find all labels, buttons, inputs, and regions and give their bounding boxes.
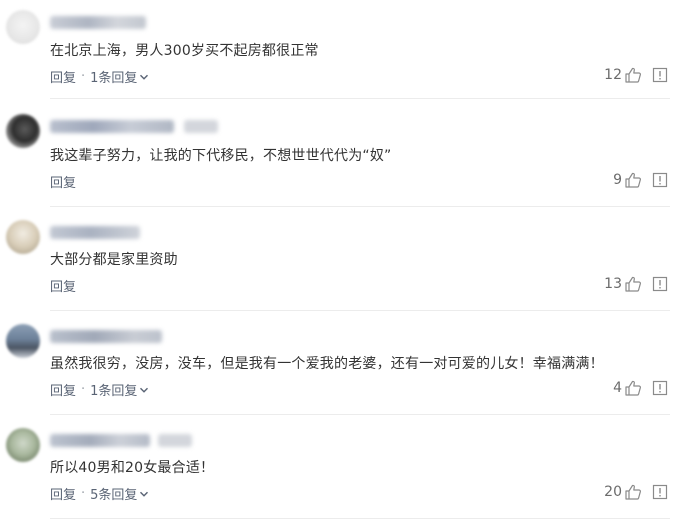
like-button[interactable] <box>624 379 642 397</box>
replies-count: 5条回复 <box>90 488 138 503</box>
user-meta-blurred <box>158 434 192 447</box>
report-icon <box>652 67 668 83</box>
comment-text: 大部分都是家里资助 <box>50 252 178 268</box>
comment-text: 我这辈子努力，让我的下代移民，不想世世代代为“奴” <box>50 148 392 164</box>
avatar[interactable] <box>6 324 40 358</box>
report-icon <box>652 484 668 500</box>
username-blurred[interactable] <box>50 120 174 133</box>
divider <box>50 310 670 311</box>
comment-feed: 在北京上海，男人300岁买不起房都很正常 回复 · 1条回复 12 我这辈子努力… <box>0 0 684 525</box>
like-button[interactable] <box>624 483 642 501</box>
thumbs-up-icon <box>625 172 641 188</box>
like-button[interactable] <box>624 275 642 293</box>
like-count: 12 <box>604 67 622 83</box>
thumbs-up-icon <box>625 484 641 500</box>
comment-tools: 13 <box>604 275 668 293</box>
thumbs-up-icon <box>625 276 641 292</box>
comment-item: 所以40男和20女最合适！ 回复 · 5条回复 20 <box>0 416 684 525</box>
user-meta-blurred <box>184 120 218 133</box>
like-count: 13 <box>604 276 622 292</box>
report-button[interactable] <box>652 67 668 83</box>
like-count: 9 <box>613 172 622 188</box>
username-blurred[interactable] <box>50 16 146 29</box>
comment-actions: 回复 · 1条回复 <box>50 67 149 86</box>
comment-item: 大部分都是家里资助 回复 13 <box>0 208 684 310</box>
report-icon <box>652 172 668 188</box>
replies-count: 1条回复 <box>90 71 138 86</box>
report-button[interactable] <box>652 484 668 500</box>
thumbs-up-icon <box>625 67 641 83</box>
username-blurred[interactable] <box>50 330 162 343</box>
report-button[interactable] <box>652 172 668 188</box>
comment-item: 我这辈子努力，让我的下代移民，不想世世代代为“奴” 回复 9 <box>0 100 684 206</box>
avatar[interactable] <box>6 114 40 148</box>
view-replies-button[interactable]: 1条回复 <box>90 67 149 86</box>
comment-text: 所以40男和20女最合适！ <box>50 460 215 476</box>
separator: · <box>81 486 86 501</box>
comment-tools: 9 <box>613 171 668 189</box>
like-button[interactable] <box>624 171 642 189</box>
replies-count: 1条回复 <box>90 384 138 399</box>
reply-button[interactable]: 回复 <box>50 380 76 399</box>
comment-tools: 12 <box>604 66 668 84</box>
avatar[interactable] <box>6 220 40 254</box>
avatar[interactable] <box>6 10 40 44</box>
comment-item: 在北京上海，男人300岁买不起房都很正常 回复 · 1条回复 12 <box>0 0 684 98</box>
chevron-down-icon <box>140 491 149 497</box>
divider <box>50 414 670 415</box>
view-replies-button[interactable]: 5条回复 <box>90 484 149 503</box>
avatar[interactable] <box>6 428 40 462</box>
comment-actions: 回复 <box>50 172 76 191</box>
separator: · <box>81 382 86 397</box>
report-icon <box>652 276 668 292</box>
thumbs-up-icon <box>625 380 641 396</box>
divider <box>50 518 670 519</box>
comment-tools: 4 <box>613 379 668 397</box>
report-button[interactable] <box>652 380 668 396</box>
like-count: 4 <box>613 380 622 396</box>
reply-button[interactable]: 回复 <box>50 484 76 503</box>
reply-button[interactable]: 回复 <box>50 276 76 295</box>
separator: · <box>81 69 86 84</box>
report-button[interactable] <box>652 276 668 292</box>
chevron-down-icon <box>140 74 149 80</box>
divider <box>50 206 670 207</box>
comment-text: 虽然我很穷，没房，没车，但是我有一个爱我的老婆，还有一对可爱的儿女！幸福满满！ <box>50 356 604 372</box>
like-count: 20 <box>604 484 622 500</box>
comment-text: 在北京上海，男人300岁买不起房都很正常 <box>50 43 319 59</box>
comment-item: 虽然我很穷，没房，没车，但是我有一个爱我的老婆，还有一对可爱的儿女！幸福满满！ … <box>0 312 684 414</box>
divider <box>50 98 670 99</box>
comment-actions: 回复 <box>50 276 76 295</box>
comment-actions: 回复 · 5条回复 <box>50 484 149 503</box>
username-blurred[interactable] <box>50 226 140 239</box>
reply-button[interactable]: 回复 <box>50 67 76 86</box>
like-button[interactable] <box>624 66 642 84</box>
reply-button[interactable]: 回复 <box>50 172 76 191</box>
comment-actions: 回复 · 1条回复 <box>50 380 149 399</box>
comment-tools: 20 <box>604 483 668 501</box>
view-replies-button[interactable]: 1条回复 <box>90 380 149 399</box>
chevron-down-icon <box>140 387 149 393</box>
username-blurred[interactable] <box>50 434 150 447</box>
report-icon <box>652 380 668 396</box>
